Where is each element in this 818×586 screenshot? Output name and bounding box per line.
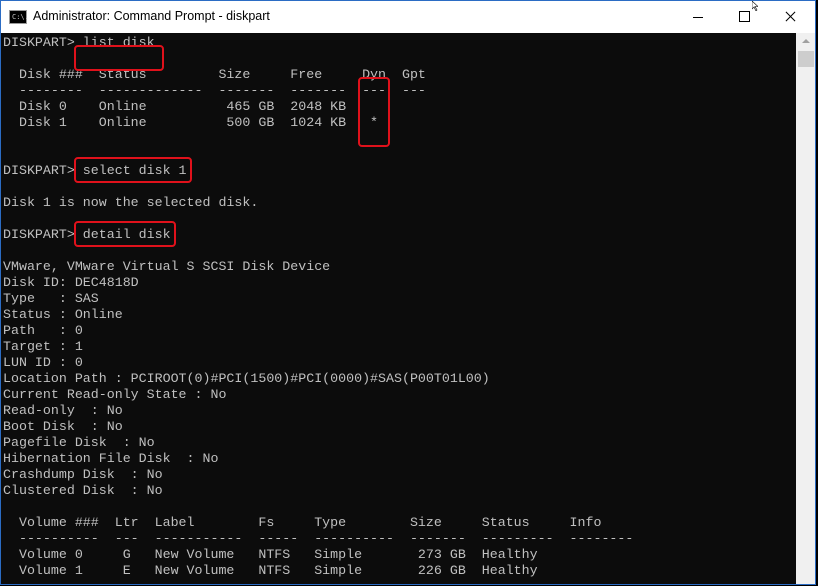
console-line: Crashdump Disk : No [3,467,163,482]
console-line: Boot Disk : No [3,419,123,434]
console-line: Pagefile Disk : No [3,435,155,450]
console-line: Disk ID: DEC4818D [3,275,139,290]
console-line: Status : Online [3,307,123,322]
title-bar[interactable]: C:\. Administrator: Command Prompt - dis… [1,1,815,33]
scroll-up-arrow-icon[interactable] [796,33,815,50]
minimize-button[interactable] [675,1,721,33]
list-disk-highlight [74,45,164,71]
console-line: Clustered Disk : No [3,483,163,498]
console-line: ---------- --- ----------- ----- -------… [3,531,634,546]
command-prompt-window: C:\. Administrator: Command Prompt - dis… [0,0,816,585]
dyn-column-highlight [358,77,390,147]
console-output[interactable]: DISKPART> list disk Disk ### Status Size… [1,33,796,584]
command-prompt-icon[interactable]: C:\. [9,10,29,24]
select-disk-highlight [74,157,192,183]
console-line: Volume 0 G New Volume NTFS Simple 273 GB… [3,547,538,562]
console-line: Current Read-only State : No [3,387,227,402]
console-line: Volume 1 E New Volume NTFS Simple 226 GB… [3,563,538,578]
console-line: Hibernation File Disk : No [3,451,219,466]
scroll-thumb[interactable] [798,51,814,67]
console-line: Path : 0 [3,323,83,338]
console-line: LUN ID : 0 [3,355,83,370]
window-title: Administrator: Command Prompt - diskpart [33,9,270,23]
console-line: Disk 1 is now the selected disk. [3,195,259,210]
mouse-cursor-icon [752,1,758,11]
console-line: Volume ### Ltr Label Fs Type Size Status… [3,515,602,530]
detail-disk-highlight [74,221,176,247]
console-line: Location Path : PCIROOT(0)#PCI(1500)#PCI… [3,371,490,386]
vertical-scrollbar[interactable] [796,33,815,584]
console-line: Read-only : No [3,403,123,418]
console-line: Target : 1 [3,339,83,354]
console-line: Disk 0 Online 465 GB 2048 KB [3,99,347,114]
console-line: Disk 1 Online 500 GB 1024 KB * [3,115,379,130]
close-button[interactable] [767,1,813,33]
maximize-button[interactable] [721,1,767,33]
console-line: VMware, VMware Virtual S SCSI Disk Devic… [3,259,331,274]
console-line: Type : SAS [3,291,99,306]
